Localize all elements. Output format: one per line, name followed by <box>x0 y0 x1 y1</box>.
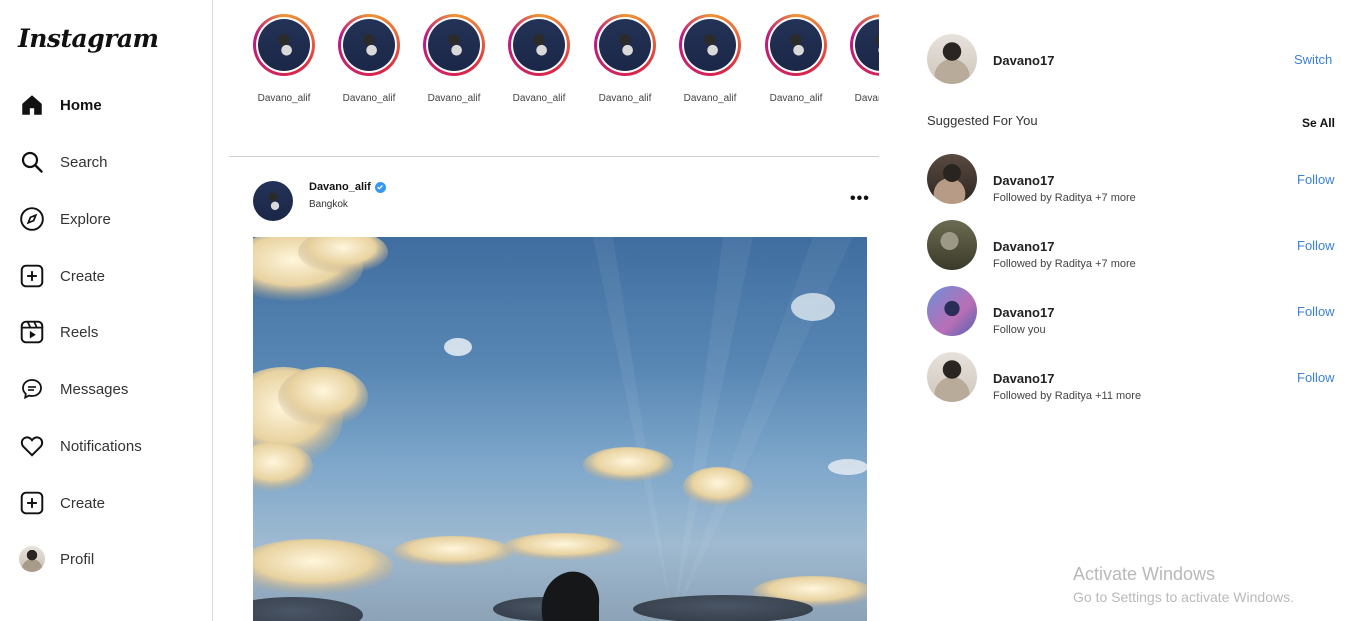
sidebar-item-create-2[interactable]: Create <box>18 488 105 518</box>
story-username: Davano_alif <box>257 93 311 104</box>
current-user-avatar[interactable] <box>927 34 977 84</box>
sidebar-item-label: Home <box>60 96 102 114</box>
story-ring <box>338 14 400 76</box>
suggestion-name[interactable]: Davano17 <box>993 239 1054 254</box>
suggestion-avatar[interactable] <box>927 286 977 336</box>
story-ring <box>765 14 827 76</box>
story-item[interactable]: Davano_alif <box>590 14 660 104</box>
message-icon <box>18 375 46 403</box>
home-icon <box>18 91 46 119</box>
suggestion-name[interactable]: Davano17 <box>993 173 1054 188</box>
story-username: Davano_alif <box>427 93 481 104</box>
story-avatar <box>428 19 480 71</box>
story-item[interactable]: Davano_alif <box>334 14 404 104</box>
suggestion-avatar[interactable] <box>927 352 977 402</box>
suggestion-subtitle: Followed by Raditya +7 more <box>993 192 1136 204</box>
story-username: Davano_alif <box>512 93 566 104</box>
story-avatar <box>258 19 310 71</box>
story-item[interactable]: Davano_alif <box>846 14 879 104</box>
more-options-icon[interactable]: ••• <box>850 190 870 208</box>
story-ring <box>594 14 656 76</box>
instagram-app: Instagram Home Search Explore Create Ree… <box>0 0 1347 621</box>
see-all-link[interactable]: Se All <box>1302 116 1335 130</box>
follow-button[interactable]: Follow <box>1297 370 1335 385</box>
suggestion-subtitle: Followed by Raditya +11 more <box>993 390 1142 402</box>
heart-icon <box>18 432 46 460</box>
story-avatar <box>770 19 822 71</box>
suggestion-name[interactable]: Davano17 <box>993 305 1054 320</box>
story-username: Davano_alif <box>342 93 396 104</box>
sidebar-item-label: Explore <box>60 210 111 228</box>
sidebar-item-home[interactable]: Home <box>18 90 102 120</box>
story-ring <box>423 14 485 76</box>
feed-divider <box>229 156 879 157</box>
current-user-name[interactable]: Davano17 <box>993 53 1054 68</box>
sidebar-item-label: Messages <box>60 380 129 398</box>
sidebar-item-messages[interactable]: Messages <box>18 374 128 404</box>
sidebar-item-profile[interactable]: Profil <box>18 544 94 574</box>
suggested-title: Suggested For You <box>927 113 1038 128</box>
sidebar-item-reels[interactable]: Reels <box>18 317 98 347</box>
follow-button[interactable]: Follow <box>1297 172 1335 187</box>
sky-photo <box>253 237 867 621</box>
story-username: Davano_alif <box>854 93 879 104</box>
sidebar-item-label: Notifications <box>60 437 142 455</box>
post-image[interactable] <box>253 237 867 621</box>
sidebar: Instagram Home Search Explore Create Ree… <box>0 0 213 621</box>
suggestion-name[interactable]: Davano17 <box>993 371 1054 386</box>
follow-button[interactable]: Follow <box>1297 238 1335 253</box>
stories-bar: Davano_alif Davano_alif Davano_alif Dava… <box>250 14 879 114</box>
story-avatar <box>599 19 651 71</box>
story-item[interactable]: Davano_alif <box>504 14 574 104</box>
switch-account-link[interactable]: Switch <box>1294 52 1332 67</box>
plus-square-icon <box>18 489 46 517</box>
post-avatar[interactable] <box>253 181 293 221</box>
story-ring <box>253 14 315 76</box>
story-ring <box>850 14 879 76</box>
story-avatar <box>684 19 736 71</box>
story-item[interactable]: Davano_alif <box>250 14 319 104</box>
sidebar-item-explore[interactable]: Explore <box>18 204 111 234</box>
avatar <box>18 545 46 573</box>
follow-button[interactable]: Follow <box>1297 304 1335 319</box>
story-avatar <box>343 19 395 71</box>
story-username: Davano_alif <box>683 93 737 104</box>
verified-badge-icon <box>374 181 386 193</box>
post-username[interactable]: Davano_alif <box>309 181 371 193</box>
sidebar-item-notifications[interactable]: Notifications <box>18 431 142 461</box>
sidebar-item-search[interactable]: Search <box>18 147 108 177</box>
plus-square-icon <box>18 262 46 290</box>
activate-windows-title: Activate Windows <box>1073 564 1216 584</box>
search-icon <box>18 148 46 176</box>
activate-windows-subtitle: Go to Settings to activate Windows. <box>1073 589 1294 605</box>
suggestion-subtitle: Follow you <box>993 324 1046 336</box>
post-location[interactable]: Bangkok <box>309 199 348 210</box>
story-username: Davano_alif <box>598 93 652 104</box>
sidebar-item-label: Create <box>60 494 106 512</box>
suggestion-avatar[interactable] <box>927 154 977 204</box>
story-item[interactable]: Davano_alif <box>419 14 489 104</box>
compass-icon <box>18 205 46 233</box>
post-username-row[interactable]: Davano_alif <box>309 181 386 193</box>
reels-icon <box>18 318 46 346</box>
story-avatar <box>513 19 565 71</box>
sidebar-item-label: Search <box>60 153 108 171</box>
sidebar-item-label: Profil <box>60 550 95 568</box>
sidebar-item-create[interactable]: Create <box>18 261 105 291</box>
story-ring <box>679 14 741 76</box>
story-item[interactable]: Davano_alif <box>675 14 745 104</box>
sidebar-item-label: Reels <box>60 323 99 341</box>
story-ring <box>508 14 570 76</box>
story-username: Davano_alif <box>769 93 823 104</box>
story-item[interactable]: Davano_alif <box>761 14 831 104</box>
suggestion-subtitle: Followed by Raditya +7 more <box>993 258 1136 270</box>
sidebar-item-label: Create <box>60 267 106 285</box>
story-avatar <box>855 19 879 71</box>
suggestion-avatar[interactable] <box>927 220 977 270</box>
instagram-logo[interactable]: Instagram <box>18 24 159 53</box>
